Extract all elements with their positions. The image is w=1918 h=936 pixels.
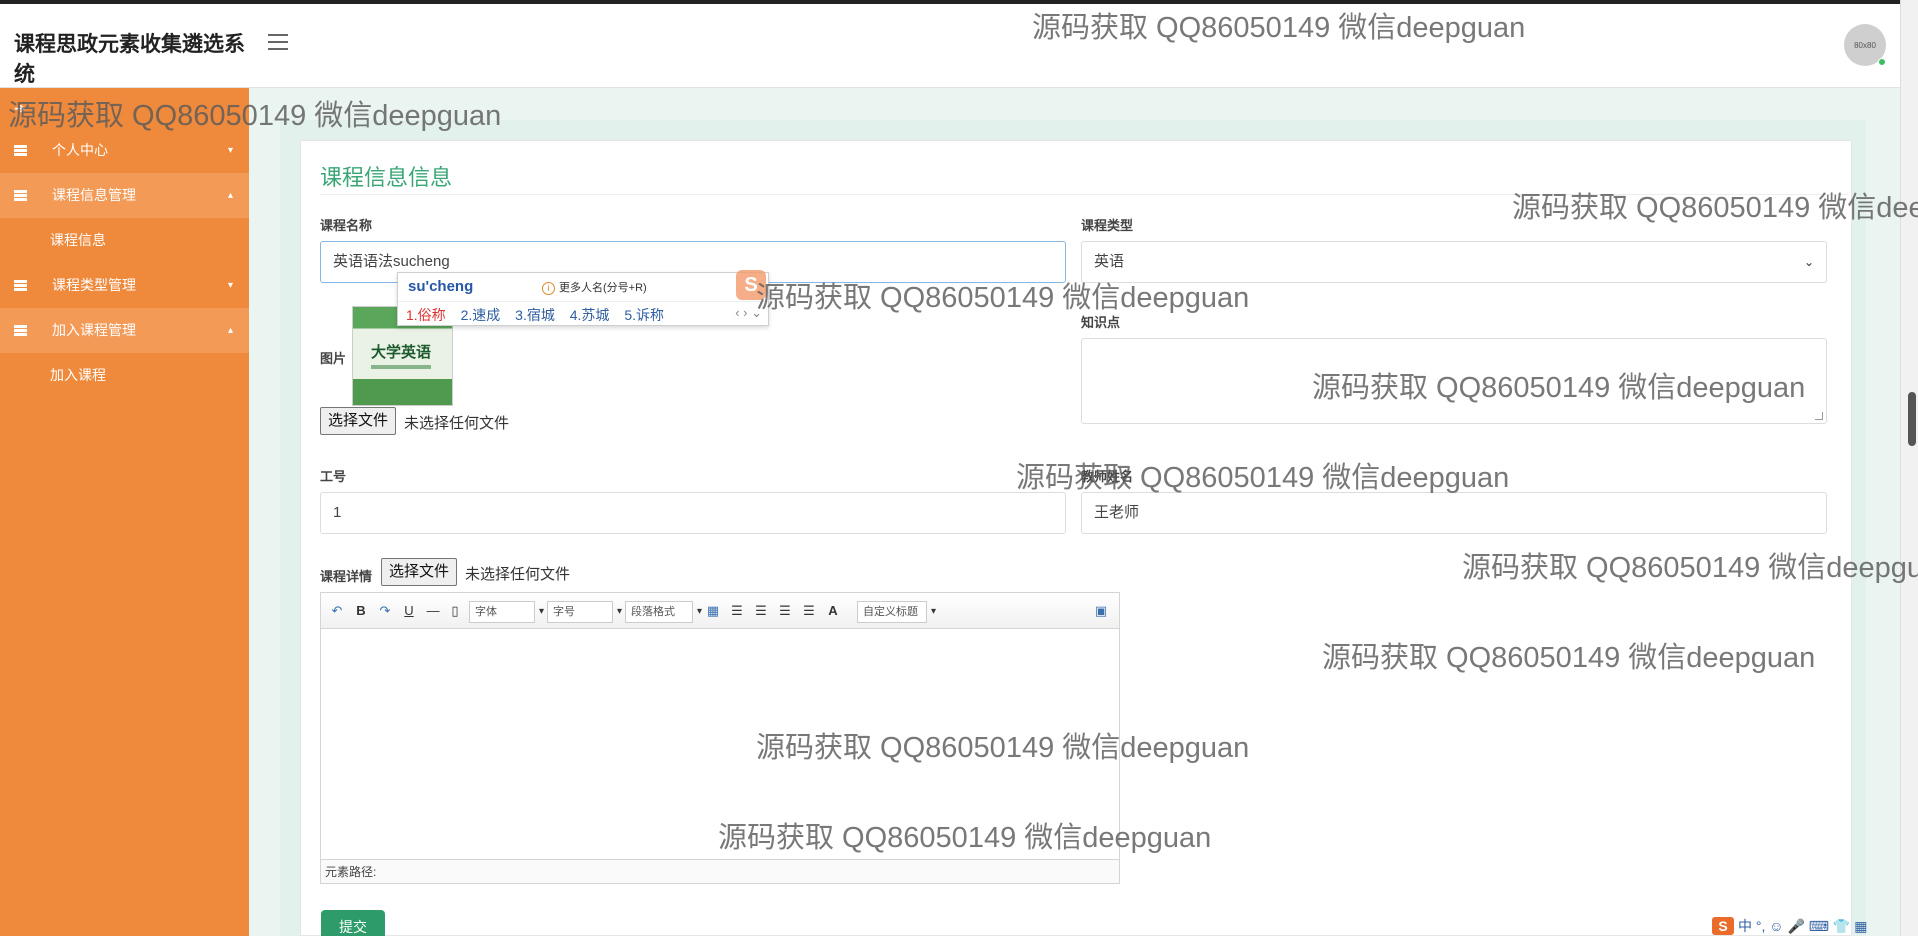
sidebar-item-label: 课程类型管理	[52, 277, 136, 293]
sidebar-item-personal-center[interactable]: 个人中心 ▾	[0, 128, 249, 173]
image-file-status: 未选择任何文件	[404, 415, 510, 432]
font-size-select[interactable]: 字号	[547, 601, 622, 623]
sidebar-item-course-type-management[interactable]: 课程类型管理 ▾	[0, 263, 249, 308]
list-icon	[14, 325, 27, 336]
menu-toggle-icon[interactable]	[268, 34, 288, 50]
knowledge-label: 知识点	[1081, 315, 1121, 330]
font-family-select[interactable]: 字体	[469, 601, 544, 623]
horizontal-rule-icon[interactable]: —	[423, 601, 443, 621]
image-label: 图片	[320, 351, 347, 366]
ime-candidate[interactable]: 1.俗称	[406, 307, 446, 323]
sidebar-item-label: 加入课程管理	[52, 322, 136, 338]
sidebar-subitem-course-info[interactable]: 课程信息	[0, 218, 249, 263]
chevron-down-icon: ▾	[227, 280, 233, 291]
app-title: 课程思政元素收集遴选系统	[14, 33, 245, 86]
info-icon: i	[542, 282, 555, 295]
editor-toolbar: ↶ B ↷ U — ▯ 字体 字号 段落格式 ▦ ☰ ☰ ☰ ☰ A 自定义标题…	[321, 593, 1119, 629]
course-type-value: 英语	[1094, 253, 1125, 270]
detail-label: 课程详情	[320, 569, 373, 584]
sidebar-item-course-info-management[interactable]: 课程信息管理 ▴	[0, 173, 249, 218]
teacher-name-input[interactable]: 王老师	[1081, 492, 1827, 534]
image-file-button[interactable]: 选择文件	[320, 407, 397, 435]
cover-text: 大学英语	[371, 344, 432, 361]
underline-icon[interactable]: U	[399, 601, 419, 621]
course-type-label: 课程类型	[1081, 218, 1134, 233]
teacher-name-label: 教师姓名	[1081, 469, 1134, 484]
sidebar-arrow-icon[interactable]: ➜	[14, 100, 26, 117]
ime-page-nav[interactable]: ‹ › ⌄	[735, 305, 762, 321]
form-title: 课程信息信息	[320, 165, 453, 190]
course-type-select[interactable]: 英语 ⌄	[1081, 241, 1827, 283]
work-no-input[interactable]: 1	[320, 492, 1066, 534]
knowledge-textarea[interactable]	[1081, 338, 1827, 424]
sidebar-subitem-join-course[interactable]: 加入课程	[0, 353, 249, 398]
element-path-status: 元素路径:	[321, 859, 1119, 883]
ime-status-bar[interactable]: S中 °, ☺ 🎤 ⌨ 👕 ▦	[1712, 916, 1867, 936]
undo-icon[interactable]: ↶	[327, 601, 347, 621]
list-icon	[14, 145, 27, 156]
ime-candidate[interactable]: 2.速成	[461, 307, 501, 323]
chevron-up-icon: ▴	[227, 325, 233, 336]
ime-candidate[interactable]: 3.宿城	[515, 307, 555, 323]
chevron-up-icon: ▴	[227, 190, 233, 201]
sidebar-header: ➜	[0, 88, 249, 128]
align-right-icon[interactable]: ☰	[775, 601, 795, 621]
list-icon	[14, 280, 27, 291]
ime-pinyin: su'cheng	[408, 278, 474, 295]
align-left-icon[interactable]: ☰	[727, 601, 747, 621]
scrollbar-thumb[interactable]	[1908, 392, 1916, 446]
list-icon	[14, 190, 27, 201]
resize-handle[interactable]	[1815, 412, 1823, 420]
sogou-icon: S	[1712, 917, 1734, 935]
course-name-label: 课程名称	[320, 218, 373, 233]
ime-candidate-popup: su'cheng i 更多人名(分号+R) 1.俗称 2.速成 3.宿城 4.苏城…	[397, 272, 769, 326]
sidebar-item-label: 课程信息管理	[52, 187, 136, 203]
ime-candidate[interactable]: 4.苏城	[570, 307, 610, 323]
font-color-icon[interactable]: A	[823, 601, 843, 621]
ime-more-names[interactable]: i 更多人名(分号+R)	[542, 279, 647, 295]
work-no-label: 工号	[320, 469, 347, 484]
sidebar-item-label: 个人中心	[52, 142, 108, 158]
sogou-logo-icon: S	[736, 270, 766, 300]
rich-text-editor[interactable]: ↶ B ↷ U — ▯ 字体 字号 段落格式 ▦ ☰ ☰ ☰ ☰ A 自定义标题…	[320, 592, 1120, 884]
page-scrollbar[interactable]	[1900, 0, 1918, 936]
ime-candidate[interactable]: 5.诉称	[624, 307, 664, 323]
detail-file-status: 未选择任何文件	[465, 566, 571, 583]
sidebar-item-join-course-management[interactable]: 加入课程管理 ▴	[0, 308, 249, 353]
document-icon[interactable]: ▯	[445, 601, 465, 621]
align-center-icon[interactable]: ☰	[751, 601, 771, 621]
online-status-dot	[1878, 58, 1886, 66]
chevron-down-icon: ▾	[227, 145, 233, 156]
chevron-down-icon: ⌄	[1803, 255, 1814, 269]
sidebar: ➜ 个人中心 ▾ 课程信息管理 ▴ 课程信息 课程类型管理 ▾ 加入课程管理 ▴…	[0, 88, 249, 936]
paragraph-format-select[interactable]: 段落格式	[625, 601, 702, 623]
custom-title-select[interactable]: 自定义标题	[857, 601, 936, 623]
bold-icon[interactable]: B	[351, 601, 371, 621]
fullscreen-icon[interactable]: ▣	[1091, 601, 1111, 621]
ime-candidates: 1.俗称 2.速成 3.宿城 4.苏城 5.诉称	[406, 305, 675, 325]
detail-file-button[interactable]: 选择文件	[381, 558, 458, 586]
redo-icon[interactable]: ↷	[375, 601, 395, 621]
title-divider	[320, 194, 1848, 195]
justify-icon[interactable]: ☰	[799, 601, 819, 621]
submit-button[interactable]: 提交	[321, 910, 385, 936]
table-icon[interactable]: ▦	[703, 601, 723, 621]
